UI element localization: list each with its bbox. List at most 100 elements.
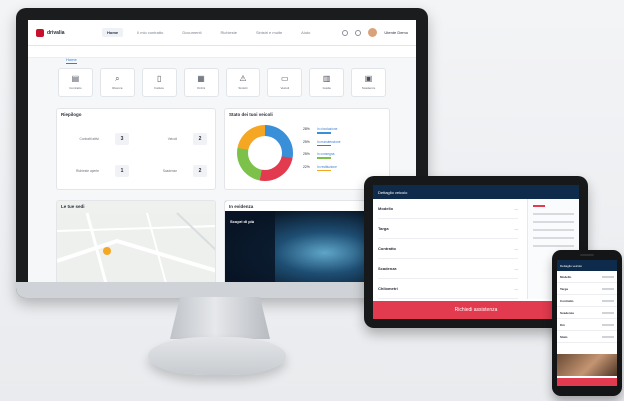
tablet-form: Modello — Targa — Contratto — Scadenza —… bbox=[373, 199, 523, 299]
logo-mark-icon bbox=[36, 28, 44, 37]
phone-cta-button[interactable] bbox=[557, 378, 617, 386]
brand-logo[interactable]: drivalia bbox=[36, 28, 88, 37]
row-label: Scadenza bbox=[378, 266, 397, 271]
row-value bbox=[602, 323, 614, 326]
row-value bbox=[602, 275, 614, 278]
tile-contract[interactable]: ▤ Contratto bbox=[58, 68, 93, 97]
row-label: Contratto bbox=[378, 246, 396, 251]
tile-label: Scadenze bbox=[361, 86, 376, 90]
stat-value: 2 bbox=[193, 165, 207, 177]
legend-percent: 25% bbox=[303, 139, 310, 144]
stat-item[interactable]: Richieste aperte 1 bbox=[61, 161, 133, 181]
legend-swatch bbox=[317, 169, 331, 171]
tile-label: Sinistri bbox=[238, 86, 248, 90]
row-label: Stato bbox=[560, 334, 568, 339]
row-label: Targa bbox=[378, 226, 389, 231]
row-label: Km bbox=[560, 322, 565, 327]
row-label: Contratto bbox=[560, 298, 574, 303]
tile-search[interactable]: ⌕ Ricerca bbox=[99, 68, 135, 97]
nav-item-requests[interactable]: Richieste bbox=[215, 28, 241, 37]
row-value: — bbox=[514, 226, 519, 231]
avatar[interactable] bbox=[368, 28, 378, 37]
map-panel[interactable]: Le tue sedi bbox=[56, 200, 216, 282]
legend-item[interactable]: 25% In consegna bbox=[303, 152, 387, 159]
document-icon: ▤ bbox=[71, 74, 80, 83]
tablet-header: Dettaglio veicolo bbox=[373, 185, 579, 199]
donut-legend: 28% In circolazione 25% In manutenzione bbox=[303, 127, 387, 177]
vehicle-status-panel: Stato dei tuoi veicoli 28% In circolazio… bbox=[224, 108, 390, 190]
form-row[interactable]: Contratto — bbox=[378, 239, 518, 259]
row-label: Targa bbox=[560, 286, 568, 291]
row-label: Scadenza bbox=[560, 310, 574, 315]
top-utility-icons: Utente Demo bbox=[342, 28, 408, 37]
main-nav: Home Il mio contratto Documenti Richiest… bbox=[102, 28, 315, 37]
nav-item-claims[interactable]: Sinistri e multe bbox=[251, 28, 287, 37]
form-row[interactable]: Targa — bbox=[378, 219, 518, 239]
row-value bbox=[602, 335, 614, 338]
tile-invoices[interactable]: ▯ Fatture bbox=[141, 68, 177, 97]
breadcrumb[interactable]: Home bbox=[66, 57, 77, 64]
cta-label: Richiedi assistenza bbox=[454, 307, 498, 313]
user-name[interactable]: Utente Demo bbox=[384, 30, 408, 35]
featured-caption: Scopri di più bbox=[225, 211, 275, 282]
clipboard-icon: ▦ bbox=[197, 74, 205, 83]
vehicle-photo bbox=[557, 354, 617, 376]
tile-orders[interactable]: ▦ Ordini bbox=[183, 68, 219, 97]
row-value bbox=[602, 287, 614, 290]
stat-value: 2 bbox=[193, 133, 207, 145]
legend-swatch bbox=[317, 157, 331, 159]
settings-icon[interactable] bbox=[355, 29, 362, 36]
featured-headline: Scopri di più bbox=[230, 219, 255, 224]
device-mockup-scene: drivalia Home Il mio contratto Documenti… bbox=[0, 0, 624, 401]
stat-value: 1 bbox=[115, 165, 129, 177]
nav-item-home[interactable]: Home bbox=[102, 28, 124, 37]
form-row[interactable]: Chilometri — bbox=[378, 279, 518, 299]
stats-panel: Riepilogo Contratti attivi 3 Veicoli 2 R… bbox=[56, 108, 216, 190]
form-row[interactable]: Modello bbox=[557, 271, 617, 283]
tablet-cta-button[interactable]: Richiedi assistenza bbox=[373, 301, 579, 319]
side-accent-line bbox=[533, 205, 545, 207]
stat-item[interactable]: Veicoli 2 bbox=[139, 129, 211, 149]
stat-item[interactable]: Contratti attivi 3 bbox=[61, 129, 133, 149]
side-line bbox=[533, 229, 574, 231]
top-navigation-bar: drivalia Home Il mio contratto Documenti… bbox=[28, 20, 416, 46]
stat-label: Veicoli bbox=[167, 137, 177, 141]
car-icon: ▭ bbox=[281, 74, 289, 83]
row-value: — bbox=[514, 286, 519, 291]
form-row[interactable]: Modello — bbox=[378, 199, 518, 219]
form-row[interactable]: Scadenza — bbox=[378, 259, 518, 279]
tile-deadlines[interactable]: ▣ Scadenze bbox=[351, 68, 386, 97]
monitor-stand-base bbox=[148, 337, 286, 375]
search-icon[interactable] bbox=[342, 29, 349, 36]
stat-label: Richieste aperte bbox=[75, 169, 99, 173]
nav-item-contract[interactable]: Il mio contratto bbox=[132, 28, 168, 37]
tile-vehicles[interactable]: ▭ Veicoli bbox=[267, 68, 303, 97]
stat-item[interactable]: Scadenze 2 bbox=[139, 161, 211, 181]
phone-screen: Dettaglio veicolo Modello Targa Contratt… bbox=[557, 260, 617, 386]
legend-item[interactable]: 28% In circolazione bbox=[303, 127, 387, 134]
tile-guide[interactable]: ▥ Guida bbox=[309, 68, 345, 97]
legend-percent: 28% bbox=[303, 127, 310, 131]
row-label: Modello bbox=[560, 274, 572, 279]
form-row[interactable]: Stato bbox=[557, 331, 617, 343]
monitor-stand-neck bbox=[170, 297, 270, 339]
nav-item-documents[interactable]: Documenti bbox=[177, 28, 206, 37]
map-graphic[interactable] bbox=[57, 201, 216, 282]
search-icon: ⌕ bbox=[115, 74, 120, 83]
map-pin-icon[interactable] bbox=[103, 247, 111, 255]
tile-claims[interactable]: ⚠ Sinistri bbox=[225, 68, 261, 97]
form-row[interactable]: Km bbox=[557, 319, 617, 331]
legend-percent: 22% bbox=[303, 164, 310, 169]
legend-swatch bbox=[317, 144, 331, 146]
nav-item-help[interactable]: Aiuto bbox=[296, 28, 315, 37]
tile-label: Ricerca bbox=[112, 86, 123, 90]
legend-item[interactable]: 25% In manutenzione bbox=[303, 139, 387, 146]
tablet-screen: Dettaglio veicolo Modello — Targa — Cont… bbox=[373, 185, 579, 319]
form-row[interactable]: Scadenza bbox=[557, 307, 617, 319]
phone-device: Dettaglio veicolo Modello Targa Contratt… bbox=[552, 250, 622, 396]
legend-item[interactable]: 22% In restituzione bbox=[303, 164, 387, 171]
form-row[interactable]: Contratto bbox=[557, 295, 617, 307]
form-row[interactable]: Targa bbox=[557, 283, 617, 295]
legend-percent: 25% bbox=[303, 152, 310, 156]
legend-swatch bbox=[317, 132, 331, 134]
